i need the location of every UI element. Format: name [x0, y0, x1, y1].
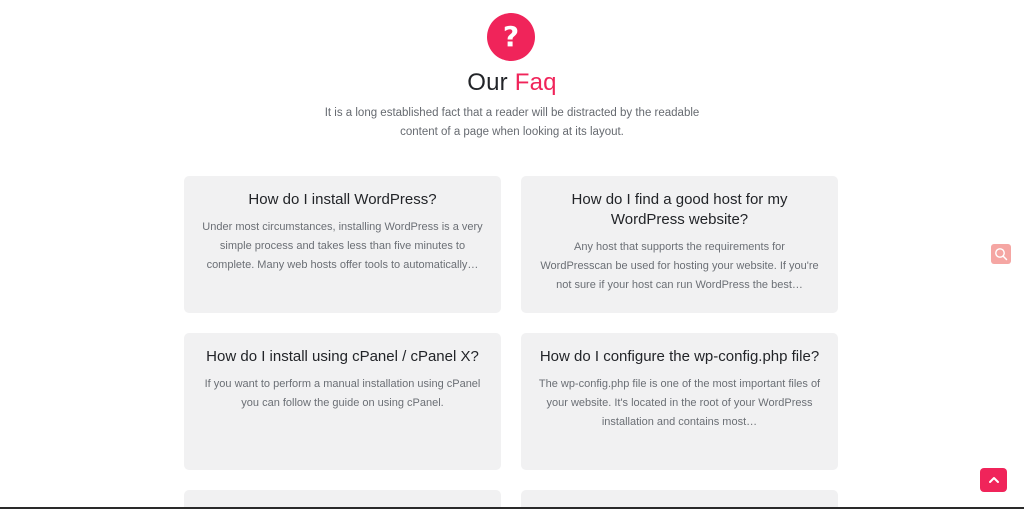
- search-button[interactable]: [991, 244, 1011, 264]
- faq-question: How do I install WordPress?: [248, 191, 437, 208]
- faq-question: How do I find a good host for my WordPre…: [571, 191, 788, 228]
- faq-answer: Under most circumstances, installing Wor…: [202, 221, 483, 271]
- back-to-top-button[interactable]: [980, 468, 1007, 492]
- faq-question: How do I install using cPanel / cPanel X…: [206, 348, 479, 365]
- faq-card[interactable]: How do I install using cPanel / cPanel X…: [184, 333, 501, 470]
- faq-card[interactable]: How do I configure the wp-config.php fil…: [521, 333, 838, 470]
- section-title: Our Faq: [0, 69, 1024, 97]
- question-mark-glyph: ?: [502, 20, 520, 53]
- section-description: It is a long established fact that a rea…: [324, 107, 700, 138]
- faq-answer: The wp-config.php file is one of the mos…: [538, 378, 821, 428]
- faq-answer: If you want to perform a manual installa…: [204, 378, 481, 409]
- faq-question: How do I configure the wp-config.php fil…: [539, 348, 820, 365]
- chevron-up-icon: [988, 477, 999, 483]
- faq-page: ? Our Faq It is a long established fact …: [0, 0, 1024, 509]
- faq-answer: Any host that supports the requirements …: [540, 241, 819, 291]
- faq-card[interactable]: How do I install WordPress? Under most c…: [184, 176, 501, 313]
- section-title-accent: Faq: [514, 69, 557, 96]
- section-title-main: Our: [467, 69, 508, 96]
- search-icon: [995, 248, 1008, 261]
- faq-card[interactable]: How do I find a good host for my WordPre…: [521, 176, 838, 313]
- question-mark-icon: ?: [487, 13, 535, 61]
